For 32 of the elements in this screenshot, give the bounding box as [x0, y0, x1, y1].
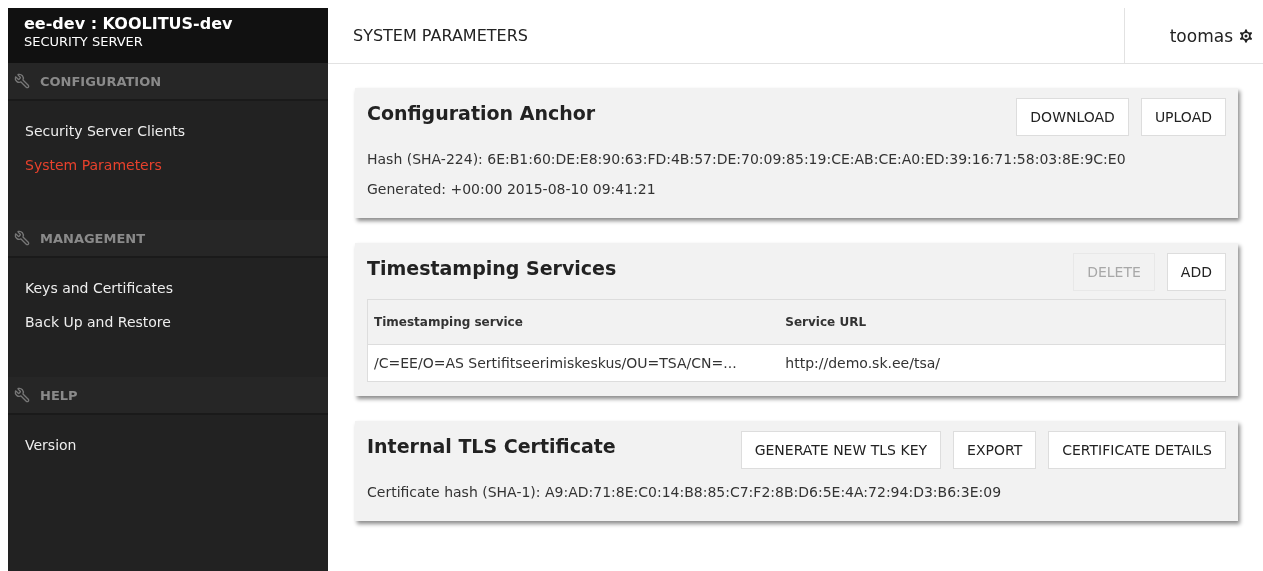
action-button[interactable]: DOWNLOAD: [1016, 98, 1129, 136]
column-header: Timestamping service: [367, 299, 780, 345]
section-heading: MANAGEMENT: [40, 230, 146, 246]
page-title: SYSTEM PARAMETERS: [352, 25, 529, 47]
section-heading: HELP: [40, 387, 78, 403]
info-text: Generated: +00:00 2015-08-10 09:41:21: [367, 180, 657, 199]
info-text: Certificate hash (SHA-1): A9:AD:71:8E:C0:14:B8:85:C7:F2:8B:D6:5E:4A:72:94:D3:B6:3E:09: [367, 483, 1003, 502]
card-title: Timestamping Services: [367, 257, 617, 279]
column-header: Service URL: [779, 299, 1226, 345]
server-title: ee-dev : KOOLITUS-dev: [24, 14, 234, 34]
table-cell: http://demo.sk.ee/tsa/: [779, 344, 1226, 382]
wrench-icon: [14, 387, 30, 403]
sidebar-item[interactable]: Back Up and Restore: [8, 305, 171, 339]
sidebar-item[interactable]: Keys and Certificates: [8, 271, 173, 305]
sidebar-item[interactable]: System Parameters: [8, 148, 162, 182]
user-name[interactable]: toomas: [1169, 25, 1233, 46]
action-button[interactable]: EXPORT: [953, 431, 1037, 469]
settings-icon[interactable]: [1237, 26, 1255, 45]
info-text: Hash (SHA-224): 6E:B1:60:DE:E8:90:63:FD:4B:57:DE:70:09:85:19:CE:AB:CE:A0:ED:39:16:71:58:03:8E:9C:E0: [367, 150, 1127, 169]
section-heading: CONFIGURATION: [40, 73, 162, 89]
server-subtitle: SECURITY SERVER: [24, 34, 144, 50]
card-title: Configuration Anchor: [367, 102, 596, 124]
table-cell: /C=EE/O=AS Sertifitseerimiskeskus/OU=TSA/CN=...: [367, 344, 780, 382]
action-button[interactable]: ADD: [1166, 253, 1226, 291]
action-button[interactable]: UPLOAD: [1140, 98, 1226, 136]
sidebar-item[interactable]: Security Server Clients: [8, 114, 186, 148]
card-title: Internal TLS Certificate: [367, 435, 616, 457]
action-button[interactable]: CERTIFICATE DETAILS: [1048, 431, 1226, 469]
action-button[interactable]: GENERATE NEW TLS KEY: [740, 431, 942, 469]
wrench-icon: [14, 73, 30, 89]
wrench-icon: [14, 230, 30, 246]
sidebar-item[interactable]: Version: [8, 428, 77, 462]
